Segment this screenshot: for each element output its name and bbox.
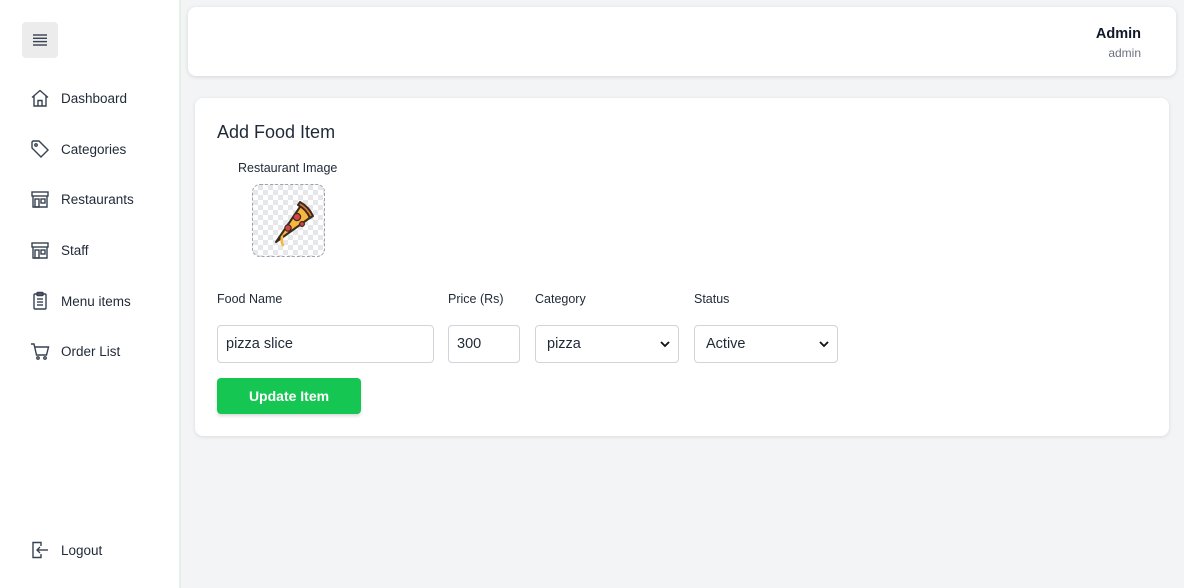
status-value: Active (706, 336, 746, 352)
user-name[interactable]: Admin (1096, 26, 1141, 42)
pizza-slice-icon (274, 200, 314, 246)
top-bar: Admin admin (188, 7, 1176, 76)
logout-label: Logout (61, 542, 103, 558)
page-title: Add Food Item (217, 122, 336, 142)
add-food-item-card: Add Food Item Restaurant Image Food Name… (195, 98, 1169, 436)
sidebar: Dashboard Categories Restaurants Staff M… (0, 0, 181, 588)
food-name-label: Food Name (217, 292, 283, 306)
status-select[interactable]: Active (694, 325, 838, 363)
sidebar-item-label: Dashboard (61, 90, 128, 106)
sidebar-item-order-list[interactable]: Order List (30, 339, 120, 363)
category-value: pizza (547, 336, 581, 352)
category-label: Category (535, 292, 586, 306)
price-value: 300 (457, 336, 482, 352)
home-icon (30, 88, 50, 108)
sidebar-item-categories[interactable]: Categories (30, 137, 126, 161)
cart-icon (30, 341, 50, 361)
category-select[interactable]: pizza (535, 325, 679, 363)
food-name-value: pizza slice (226, 336, 293, 352)
status-label: Status (694, 292, 730, 306)
clipboard-icon (30, 291, 50, 311)
tag-icon (30, 139, 50, 159)
sidebar-item-label: Menu items (61, 293, 131, 309)
food-name-input[interactable]: pizza slice (217, 325, 434, 363)
sidebar-item-label: Order List (61, 343, 121, 359)
store-icon (30, 189, 50, 209)
sidebar-item-dashboard[interactable]: Dashboard (30, 86, 127, 110)
user-role: admin (1108, 46, 1141, 60)
update-item-button[interactable]: Update Item (217, 378, 361, 414)
sidebar-item-label: Staff (61, 242, 89, 258)
hamburger-icon (33, 34, 47, 46)
sidebar-item-staff[interactable]: Staff (30, 238, 89, 262)
sidebar-item-label: Categories (61, 141, 127, 157)
sidebar-item-menu-items[interactable]: Menu items (30, 289, 131, 313)
image-upload[interactable] (252, 184, 325, 257)
sidebar-item-restaurants[interactable]: Restaurants (30, 187, 134, 211)
menu-toggle-button[interactable] (22, 22, 58, 58)
image-label: Restaurant Image (238, 161, 338, 175)
logout-button[interactable]: Logout (30, 538, 102, 562)
sidebar-item-label: Restaurants (61, 191, 134, 207)
price-input[interactable]: 300 (448, 325, 520, 363)
logout-icon (30, 540, 50, 560)
chevron-down-icon (660, 340, 670, 347)
price-label: Price (Rs) (448, 292, 504, 306)
store-icon (30, 240, 50, 260)
chevron-down-icon (819, 340, 829, 347)
